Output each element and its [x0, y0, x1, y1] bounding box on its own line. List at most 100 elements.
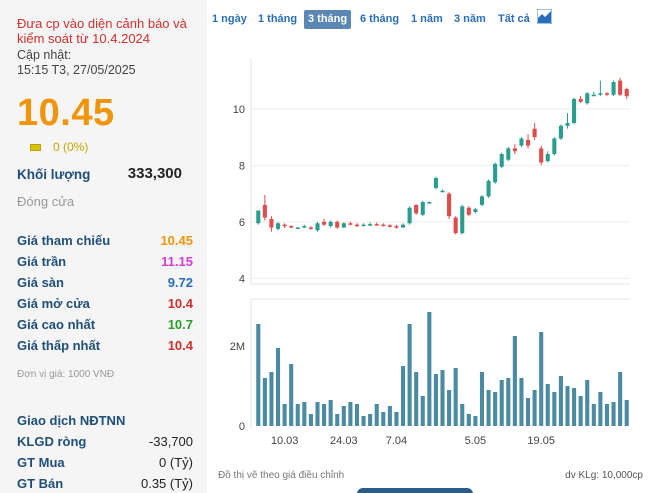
candle-body: [368, 224, 373, 226]
volume-bar: [289, 364, 294, 426]
candle-body: [572, 98, 577, 123]
candle-body: [565, 122, 570, 126]
volume-bar: [552, 392, 557, 426]
foreign-row-buy: GT Mua 0 (Tỷ): [17, 455, 193, 473]
volume-bar: [374, 404, 379, 426]
volume-bar: [512, 336, 517, 426]
candle-body: [427, 202, 432, 204]
stock-widget: Đưa cp vào diện cảnh báo và kiểm soát từ…: [0, 0, 665, 493]
volume-bar: [624, 400, 629, 426]
volume-bar: [618, 372, 623, 426]
volume-bar: [453, 368, 458, 426]
price-row-value: 11.15: [161, 254, 193, 269]
volume-bar: [328, 400, 333, 426]
candle-body: [414, 204, 419, 214]
price-row-label: Giá mở cửa: [17, 296, 90, 311]
candle-body: [400, 224, 406, 228]
tab-3-months[interactable]: 3 tháng: [304, 10, 352, 29]
foreign-row-label: KLGD ròng: [17, 434, 87, 449]
volume-bar: [506, 378, 511, 426]
price-row-value: 10.7: [167, 317, 193, 332]
chart-footnote: Đồ thị vẽ theo giá điều chỉnh: [218, 470, 345, 481]
volume-bar: [460, 404, 465, 426]
tab-all[interactable]: Tất cả: [494, 10, 534, 29]
candle-body: [354, 224, 360, 227]
volume-bar: [354, 404, 360, 426]
volume-bar: [322, 404, 327, 426]
tab-6-months[interactable]: 6 tháng: [356, 10, 403, 29]
volume-bar: [499, 380, 504, 426]
volume-bar: [381, 412, 386, 426]
candle-body: [262, 204, 267, 218]
candle-body: [499, 154, 504, 167]
volume-bar: [308, 414, 313, 426]
foreign-row-label: GT Bán: [17, 476, 64, 491]
tab-3-years[interactable]: 3 năm: [450, 10, 490, 29]
candle-body: [295, 227, 300, 229]
candle-body: [374, 224, 379, 226]
candle-body: [552, 138, 557, 155]
candle-body: [440, 190, 445, 193]
price-tick-label: 6: [239, 217, 245, 229]
volume-bar: [427, 312, 432, 426]
volume-bar: [269, 372, 274, 426]
price-row-label: Giá thấp nhất: [17, 338, 101, 353]
candle-body: [486, 180, 491, 197]
chart-type-icon[interactable]: [537, 9, 552, 24]
volume-bar: [572, 388, 577, 426]
volume-bar: [414, 372, 419, 426]
volume-bar: [335, 414, 340, 426]
price-tick-label: 8: [239, 160, 245, 172]
volume-bar: [558, 376, 563, 426]
volume-bar: [532, 390, 537, 426]
volume-bar: [361, 416, 366, 426]
volume-bar: [394, 412, 399, 426]
volume-bar: [407, 324, 412, 426]
volume-bar: [565, 386, 570, 426]
candle-body: [545, 154, 550, 162]
x-tick-label: 10.03: [271, 435, 299, 447]
tab-1-day[interactable]: 1 ngày: [208, 10, 251, 29]
foreign-trading-title: Giao dịch NĐTNN: [17, 413, 126, 428]
price-row-low: Giá thấp nhất 10.4: [17, 338, 193, 356]
volume-bar: [466, 414, 471, 426]
candle-body: [308, 227, 313, 229]
price-row-value: 9.72: [167, 275, 193, 290]
candle-body: [558, 125, 563, 139]
price-unit-note: Đơn vị giá: 1000 VNĐ: [17, 369, 115, 380]
warning-notice[interactable]: Đưa cp vào diện cảnh báo và kiểm soát từ…: [17, 16, 203, 46]
candle-body: [328, 221, 333, 227]
x-tick-label: 24.03: [330, 435, 358, 447]
candle-body: [394, 226, 399, 228]
volume-bar: [400, 366, 406, 426]
bottom-tab-button[interactable]: [357, 488, 473, 493]
foreign-row-net: KLGD ròng -33,700: [17, 434, 193, 452]
candle-body: [525, 139, 531, 146]
volume-unit-note: dv KLg: 10,000cp: [565, 470, 643, 481]
tab-1-month[interactable]: 1 tháng: [254, 10, 301, 29]
stock-info-panel: Đưa cp vào diện cảnh báo và kiểm soát từ…: [0, 0, 207, 493]
volume-bar: [275, 348, 281, 426]
candle-body: [618, 80, 623, 95]
candle-body: [433, 178, 438, 188]
foreign-row-label: GT Mua: [17, 455, 65, 470]
price-change: 0 (0%): [53, 140, 89, 154]
tab-1-year[interactable]: 1 năm: [407, 10, 447, 29]
updated-label: Cập nhật:: [17, 48, 72, 62]
volume-bar: [387, 406, 392, 426]
candle-body: [460, 206, 465, 234]
foreign-row-value: 0.35 (Tỷ): [140, 476, 193, 491]
candle-body: [604, 93, 610, 95]
volume-bar: [256, 324, 261, 426]
volume-bar: [493, 392, 498, 426]
candlestick-chart[interactable]: 4 6 8 10 0 2M 10.03 24.03 7.04 5.05 19.05: [210, 40, 660, 460]
price-row-open: Giá mở cửa 10.4: [17, 296, 193, 314]
volume-bar: [611, 402, 616, 426]
volume-bar: [545, 384, 550, 426]
candle-body: [289, 226, 294, 228]
price-row-value: 10.4: [167, 338, 193, 353]
volume-bar: [447, 390, 452, 426]
candle-body: [473, 209, 478, 212]
current-price: 10.45: [17, 92, 115, 134]
candle-body: [591, 94, 596, 97]
